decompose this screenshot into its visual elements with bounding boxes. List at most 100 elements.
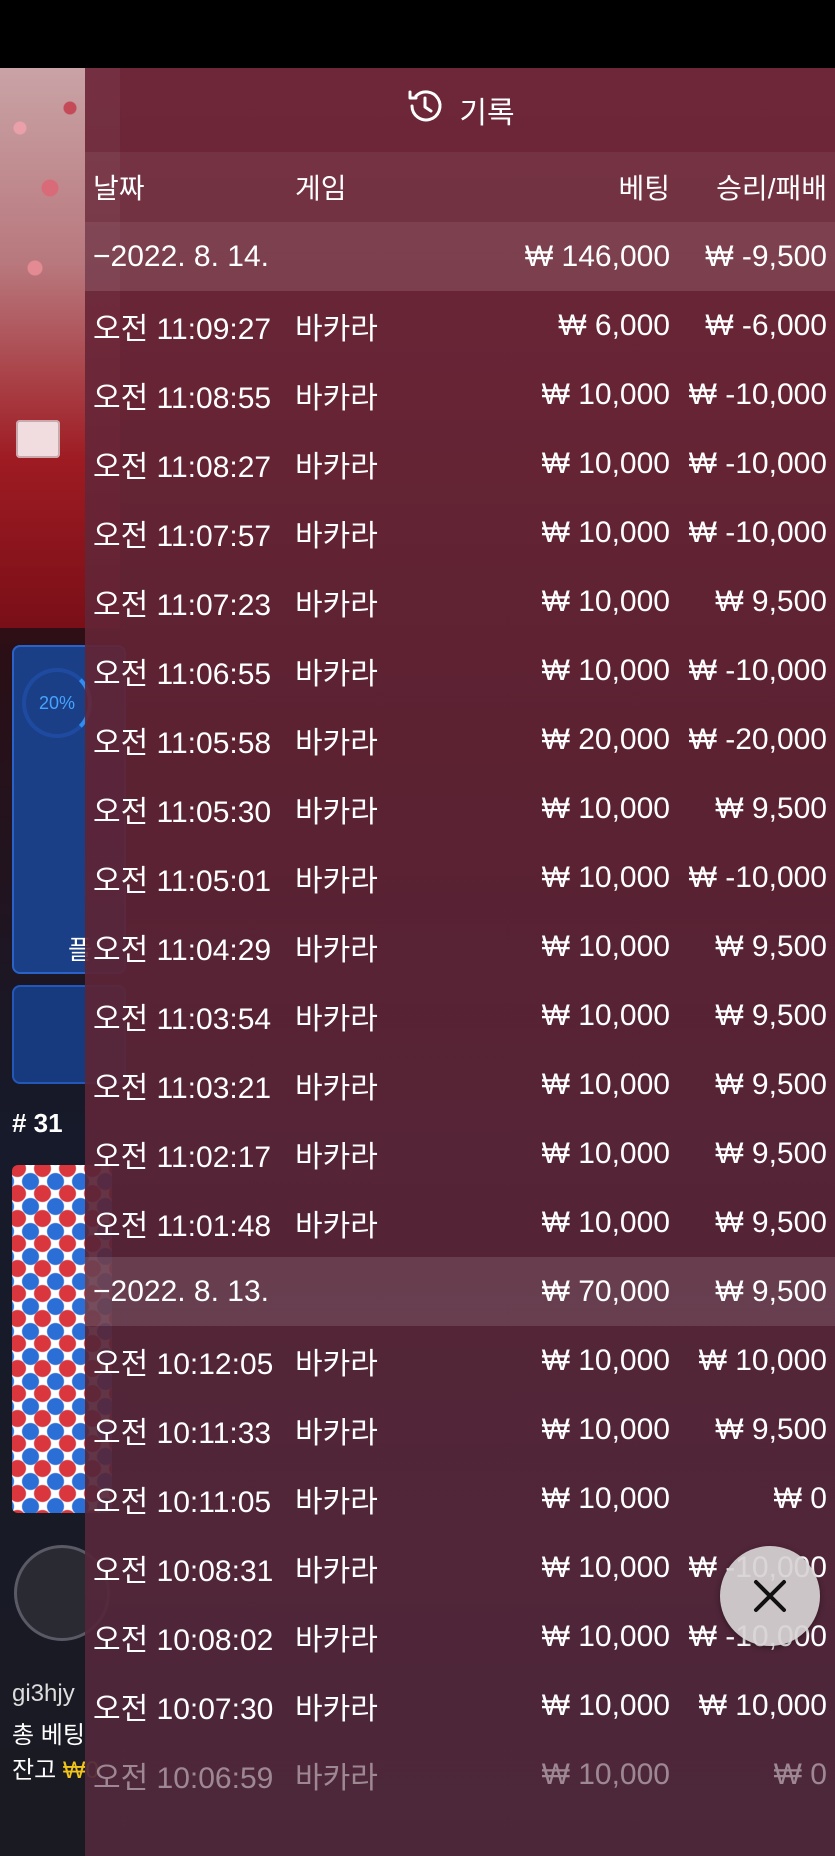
history-row[interactable]: 오전 10:12:05 바카라 ₩ 10,000 ₩ 10,000 (85, 1326, 835, 1395)
card-shoe (16, 420, 60, 458)
history-list[interactable]: −2022. 8. 14. ₩ 146,000 ₩ -9,500 오전 11:09:2… (85, 222, 835, 1809)
row-result: ₩ 9,500 (715, 584, 827, 618)
row-time: 오전 11:07:23 (93, 588, 272, 622)
row-bet: ₩ 20,000 (541, 722, 670, 756)
history-row[interactable]: 오전 11:05:58 바카라 ₩ 20,000 ₩ -20,000 (85, 705, 835, 774)
row-bet: ₩ 10,000 (541, 860, 670, 894)
row-bet: ₩ 10,000 (541, 1688, 670, 1722)
row-result: ₩ 0 (773, 1481, 827, 1515)
row-game: 바카라 (295, 1554, 378, 1588)
row-result: ₩ 9,500 (715, 929, 827, 963)
row-result: ₩ -20,000 (688, 722, 827, 756)
row-game: 바카라 (295, 933, 378, 967)
row-time: 오전 11:08:55 (93, 381, 272, 415)
row-time: 오전 10:11:05 (93, 1485, 272, 1519)
date-group-row[interactable]: −2022. 8. 14. ₩ 146,000 ₩ -9,500 (85, 222, 835, 291)
row-game: 바카라 (295, 450, 378, 484)
history-row[interactable]: 오전 11:03:54 바카라 ₩ 10,000 ₩ 9,500 (85, 981, 835, 1050)
row-result: ₩ 9,500 (715, 1205, 827, 1239)
close-button[interactable] (720, 1546, 820, 1646)
row-game: 바카라 (295, 864, 378, 898)
row-bet: ₩ 10,000 (541, 1136, 670, 1170)
row-bet: ₩ 10,000 (541, 1412, 670, 1446)
row-game: 바카라 (295, 795, 378, 829)
row-result: ₩ 0 (773, 1757, 827, 1791)
row-bet: ₩ 10,000 (541, 515, 670, 549)
row-result: ₩ 10,000 (698, 1343, 827, 1377)
row-time: 오전 11:05:58 (93, 726, 272, 760)
row-game: 바카라 (295, 312, 378, 346)
row-game: 바카라 (295, 1140, 378, 1174)
row-game: 바카라 (295, 1002, 378, 1036)
history-row[interactable]: 오전 10:06:59 바카라 ₩ 10,000 ₩ 0 (85, 1740, 835, 1809)
row-bet: ₩ 10,000 (541, 1343, 670, 1377)
row-time: 오전 11:04:29 (93, 933, 272, 967)
row-bet: ₩ 10,000 (541, 1481, 670, 1515)
row-time: 오전 11:05:01 (93, 864, 272, 898)
row-game: 바카라 (295, 519, 378, 553)
row-bet: ₩ 10,000 (541, 791, 670, 825)
history-row[interactable]: 오전 11:07:23 바카라 ₩ 10,000 ₩ 9,500 (85, 567, 835, 636)
history-row[interactable]: 오전 11:09:27 바카라 ₩ 6,000 ₩ -6,000 (85, 291, 835, 360)
balance-label: 잔고 (12, 1757, 57, 1784)
row-game: 바카라 (295, 726, 378, 760)
date-group-row[interactable]: −2022. 8. 13. ₩ 70,000 ₩ 9,500 (85, 1257, 835, 1326)
row-time: 오전 11:05:30 (93, 795, 272, 829)
history-row[interactable]: 오전 11:05:01 바카라 ₩ 10,000 ₩ -10,000 (85, 843, 835, 912)
row-time: 오전 11:06:55 (93, 657, 272, 691)
history-row[interactable]: 오전 11:06:55 바카라 ₩ 10,000 ₩ -10,000 (85, 636, 835, 705)
history-row[interactable]: 오전 11:07:57 바카라 ₩ 10,000 ₩ -10,000 (85, 498, 835, 567)
history-title: 기록 (459, 97, 515, 130)
row-result: ₩ 9,500 (715, 1136, 827, 1170)
column-header-row: 날짜 게임 베팅 승리/패배 (85, 152, 835, 222)
history-row[interactable]: 오전 10:11:05 바카라 ₩ 10,000 ₩ 0 (85, 1464, 835, 1533)
row-game: 바카라 (295, 1209, 378, 1243)
row-game: 바카라 (295, 1761, 378, 1795)
row-bet: ₩ 10,000 (541, 1757, 670, 1791)
row-bet: ₩ 10,000 (541, 653, 670, 687)
row-time: 오전 11:03:21 (93, 1071, 272, 1105)
row-time: 오전 11:03:54 (93, 1002, 272, 1036)
row-time: 오전 10:08:31 (93, 1554, 274, 1588)
history-row[interactable]: 오전 11:01:48 바카라 ₩ 10,000 ₩ 9,500 (85, 1188, 835, 1257)
history-row[interactable]: 오전 10:07:30 바카라 ₩ 10,000 ₩ 10,000 (85, 1671, 835, 1740)
history-row[interactable]: 오전 11:04:29 바카라 ₩ 10,000 ₩ 9,500 (85, 912, 835, 981)
row-game: 바카라 (295, 588, 378, 622)
round-number: # 31 (12, 1108, 63, 1138)
group-total-result: ₩ 9,500 (715, 1274, 827, 1308)
row-game: 바카라 (295, 1692, 378, 1726)
history-row[interactable]: 오전 11:08:55 바카라 ₩ 10,000 ₩ -10,000 (85, 360, 835, 429)
row-result: ₩ -10,000 (688, 860, 827, 894)
row-result: ₩ -6,000 (705, 308, 827, 342)
row-bet: ₩ 10,000 (541, 1067, 670, 1101)
history-row[interactable]: 오전 10:11:33 바카라 ₩ 10,000 ₩ 9,500 (85, 1395, 835, 1464)
row-bet: ₩ 10,000 (541, 584, 670, 618)
column-header-bet: 베팅 (618, 173, 670, 204)
column-header-date: 날짜 (93, 173, 145, 204)
row-game: 바카라 (295, 1623, 378, 1657)
group-date: −2022. 8. 13. (93, 1274, 269, 1308)
row-result: ₩ 9,500 (715, 998, 827, 1032)
history-row[interactable]: 오전 11:08:27 바카라 ₩ 10,000 ₩ -10,000 (85, 429, 835, 498)
row-result: ₩ -10,000 (688, 653, 827, 687)
row-bet: ₩ 10,000 (541, 1619, 670, 1653)
row-time: 오전 10:11:33 (93, 1416, 272, 1450)
close-icon (754, 1580, 786, 1612)
row-time: 오전 10:07:30 (93, 1692, 274, 1726)
row-result: ₩ 10,000 (698, 1688, 827, 1722)
history-row[interactable]: 오전 11:05:30 바카라 ₩ 10,000 ₩ 9,500 (85, 774, 835, 843)
column-header-game: 게임 (295, 173, 347, 204)
row-bet: ₩ 10,000 (541, 1205, 670, 1239)
row-time: 오전 11:08:27 (93, 450, 272, 484)
row-time: 오전 11:01:48 (93, 1209, 272, 1243)
row-game: 바카라 (295, 1416, 378, 1450)
row-game: 바카라 (295, 1071, 378, 1105)
row-bet: ₩ 10,000 (541, 998, 670, 1032)
row-result: ₩ -10,000 (688, 377, 827, 411)
row-time: 오전 10:06:59 (93, 1761, 274, 1795)
history-row[interactable]: 오전 11:02:17 바카라 ₩ 10,000 ₩ 9,500 (85, 1119, 835, 1188)
row-time: 오전 11:09:27 (93, 312, 272, 346)
row-time: 오전 10:08:02 (93, 1623, 274, 1657)
history-row[interactable]: 오전 11:03:21 바카라 ₩ 10,000 ₩ 9,500 (85, 1050, 835, 1119)
row-bet: ₩ 10,000 (541, 929, 670, 963)
